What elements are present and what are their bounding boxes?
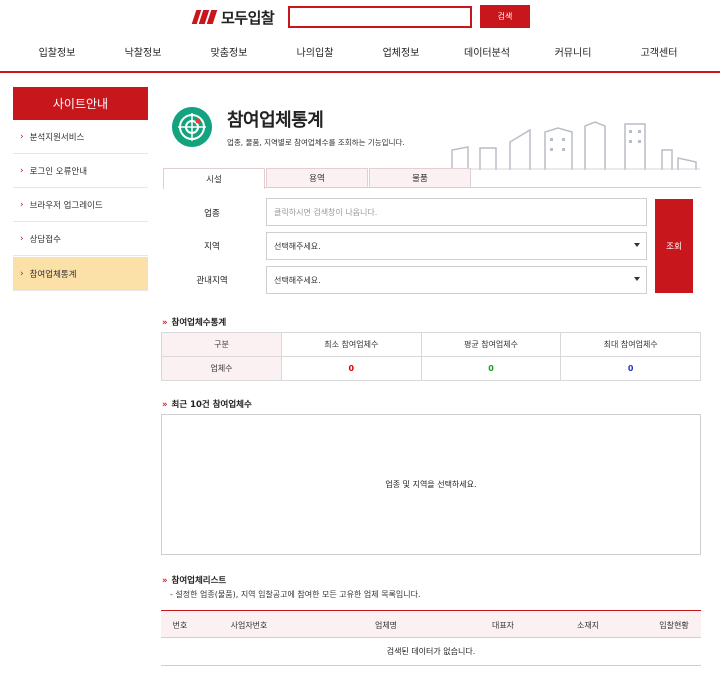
stats-heading: » 참여업체수통계 [162, 316, 226, 328]
arrow-marker-icon: » [162, 318, 168, 328]
tab-divider [265, 187, 701, 188]
max-count-value: 0 [560, 356, 701, 381]
list-description: - 설정한 업종(물품), 지역 입찰공고에 참여한 모든 고유한 업체 목록입… [170, 590, 421, 599]
sidebar-item-label: 상담접수 [29, 234, 61, 245]
nav-divider [0, 71, 720, 73]
sidebar-item-participant-stats[interactable]: › 참여업체통계 [13, 257, 148, 291]
region-select[interactable]: 선택해주세요. [266, 232, 647, 260]
chevron-down-icon [634, 277, 640, 281]
sidebar-item-browser-upgrade[interactable]: › 브라우저 업그레이드 [13, 188, 148, 222]
nav-item-bid-info[interactable]: 입찰정보 [39, 44, 76, 59]
sidebar-item-label: 브라우저 업그레이드 [29, 200, 103, 211]
min-count-value: 0 [281, 356, 422, 381]
industry-label: 업종 [204, 209, 220, 219]
page-title: 참여업체통계 [227, 110, 324, 131]
chevron-right-icon: › [20, 165, 24, 176]
main-nav: 입찰정보 낙찰정보 맞춤정보 나의입찰 업체정보 데이터분석 커뮤니티 고객센터 [0, 44, 720, 68]
nav-item-award-info[interactable]: 낙찰정보 [125, 44, 162, 59]
logo-mark-icon [191, 10, 218, 24]
column-header-company-name: 업체명 [374, 621, 398, 630]
sidebar-item-label: 참여업체통계 [29, 269, 77, 280]
skyline-illustration-icon [450, 121, 700, 170]
chevron-down-icon [634, 243, 640, 247]
brand-name: 모두입찰 [221, 8, 275, 27]
sidebar-item-consultation[interactable]: › 상담접수 [13, 222, 148, 256]
table-header-cell: 평균 참여업체수 [420, 332, 562, 357]
column-header-bid-status: 입찰현황 [659, 621, 689, 630]
chevron-right-icon: › [20, 268, 24, 279]
recent-chart-area: 업종 및 지역을 선택하세요. [161, 414, 701, 555]
chevron-right-icon: › [20, 131, 24, 142]
sidebar-title: 사이트안내 [13, 87, 148, 120]
chevron-right-icon: › [20, 199, 24, 210]
column-header-business-no: 사업자번호 [230, 621, 268, 630]
chevron-right-icon: › [20, 233, 24, 244]
table-header-cell: 최대 참여업체수 [560, 332, 701, 357]
nav-item-community[interactable]: 커뮤니티 [555, 44, 592, 59]
stats-heading-text: 참여업체수통계 [171, 318, 227, 328]
query-button[interactable]: 조회 [655, 199, 693, 293]
jurisdiction-label: 관내지역 [196, 276, 228, 286]
arrow-marker-icon: » [162, 400, 168, 410]
radar-icon [172, 107, 212, 147]
sidebar-item-label: 로그인 오류안내 [29, 166, 88, 177]
search-input[interactable] [288, 6, 472, 28]
arrow-marker-icon: » [162, 576, 168, 586]
column-header-representative: 대표자 [491, 621, 515, 630]
table-header-cell: 구분 [161, 332, 282, 357]
industry-field[interactable]: 클릭하시면 검색창이 나옵니다. [266, 198, 647, 226]
region-select-value: 선택해주세요. [274, 241, 321, 251]
sidebar-item-label: 분석지원서비스 [29, 132, 85, 143]
stats-table: 구분 최소 참여업체수 평균 참여업체수 최대 참여업체수 업체수 0 0 0 [161, 332, 701, 381]
jurisdiction-select-value: 선택해주세요. [274, 275, 321, 285]
nav-item-custom-info[interactable]: 맞춤정보 [211, 44, 248, 59]
nav-item-company-info[interactable]: 업체정보 [383, 44, 420, 59]
sidebar-item-analysis-support[interactable]: › 분석지원서비스 [13, 120, 148, 154]
nav-item-my-bids[interactable]: 나의입찰 [297, 44, 334, 59]
nav-item-data-analysis[interactable]: 데이터분석 [464, 44, 510, 59]
empty-list-message: 검색된 데이터가 없습니다. [161, 638, 701, 666]
search-button[interactable]: 검색 [480, 5, 530, 28]
list-heading-text: 참여업체리스트 [171, 576, 227, 586]
site-logo[interactable]: 모두입찰 [191, 7, 275, 27]
page-description: 업종, 물품, 지역별로 참여업체수를 조회하는 기능입니다. [227, 138, 405, 147]
row-label-cell: 업체수 [161, 356, 282, 381]
column-header-number: 번호 [172, 621, 188, 630]
tab-facility[interactable]: 시설 [163, 168, 265, 189]
avg-count-value: 0 [420, 356, 562, 381]
table-header-cell: 최소 참여업체수 [281, 332, 422, 357]
region-label: 지역 [204, 242, 220, 252]
column-header-location: 소재지 [576, 621, 600, 630]
tab-goods[interactable]: 물품 [369, 168, 471, 188]
recent-heading-text: 최근 10건 참여업체수 [171, 400, 252, 410]
sidebar-item-login-help[interactable]: › 로그인 오류안내 [13, 154, 148, 188]
list-heading: » 참여업체리스트 [162, 574, 226, 586]
table-row: 구분 최소 참여업체수 평균 참여업체수 최대 참여업체수 [161, 332, 701, 357]
list-header-row: 번호 사업자번호 업체명 대표자 소재지 입찰현황 [161, 610, 701, 638]
tab-service[interactable]: 용역 [266, 168, 368, 188]
recent-heading: » 최근 10건 참여업체수 [162, 398, 252, 410]
jurisdiction-select[interactable]: 선택해주세요. [266, 266, 647, 294]
nav-item-customer-center[interactable]: 고객센터 [641, 44, 678, 59]
table-row: 업체수 0 0 0 [161, 356, 701, 381]
